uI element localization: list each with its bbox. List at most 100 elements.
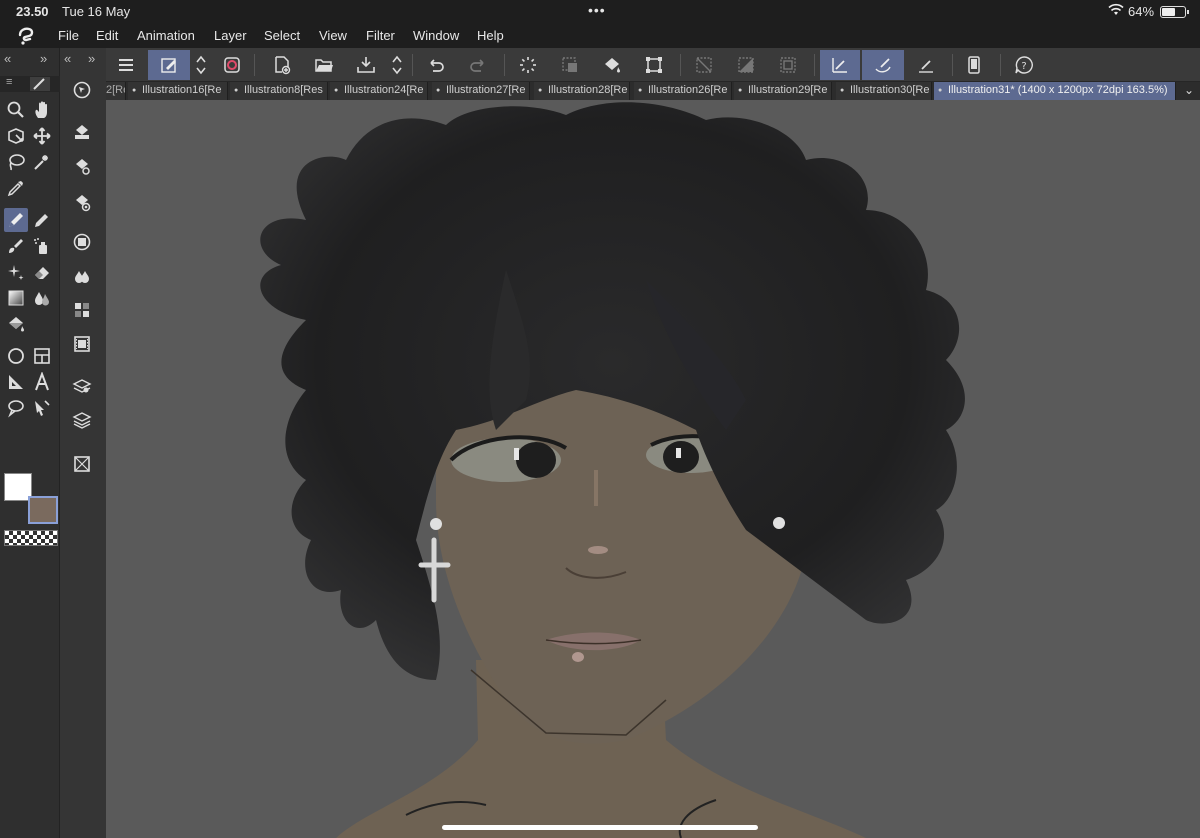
tab-illustration29[interactable]: Illustration29[Re: [734, 82, 832, 100]
separator: [412, 54, 413, 76]
save-options-icon[interactable]: [390, 53, 404, 77]
separator: [254, 54, 255, 76]
expand-selection-icon[interactable]: [772, 50, 804, 80]
document-tabs: 2[Re Illustration16[Re Illustration8[Res…: [106, 82, 1200, 100]
tab-illustration28[interactable]: Illustration28[Re: [534, 82, 630, 100]
collapse-left-icon[interactable]: «: [4, 51, 11, 66]
tab-illustration31[interactable]: Illustration31* (1400 x 1200px 72dpi 163…: [934, 82, 1176, 100]
tab-illustration8[interactable]: Illustration8[Res: [230, 82, 328, 100]
help-icon[interactable]: ?: [1008, 50, 1040, 80]
collapse-right-icon[interactable]: »: [88, 51, 95, 66]
invert-selection-icon[interactable]: [730, 50, 762, 80]
collapse-right-icon[interactable]: »: [40, 51, 47, 66]
subtool-header: ≡: [0, 76, 60, 92]
panel-menu-icon[interactable]: ≡: [6, 76, 12, 88]
undo-icon[interactable]: [420, 50, 452, 80]
animation-timeline-icon[interactable]: [70, 332, 94, 356]
menu-window[interactable]: Window: [413, 28, 459, 43]
svg-text:?: ?: [1021, 61, 1026, 72]
pencil-icon[interactable]: [30, 208, 54, 232]
color-wheel-icon[interactable]: [70, 230, 94, 254]
hand-icon[interactable]: [30, 98, 54, 122]
home-indicator[interactable]: [442, 825, 758, 830]
figure-icon[interactable]: [4, 344, 28, 368]
snap-to-ruler-icon[interactable]: [820, 50, 860, 80]
blend-icon[interactable]: [30, 286, 54, 310]
redo-icon[interactable]: [462, 50, 494, 80]
palette-bar: « »: [60, 48, 106, 838]
pen-icon[interactable]: [4, 208, 28, 232]
autosave-icon[interactable]: [512, 50, 544, 80]
sub-color-swatch[interactable]: [28, 496, 58, 524]
deselect-icon[interactable]: [688, 50, 720, 80]
drawing-canvas[interactable]: [106, 100, 1200, 838]
snap-to-grid-icon[interactable]: [910, 50, 942, 80]
text-icon[interactable]: [30, 370, 54, 394]
tab-illustration26[interactable]: Illustration26[Re: [634, 82, 732, 100]
eraser-icon[interactable]: [30, 260, 54, 284]
open-folder-icon[interactable]: [308, 50, 340, 80]
collapse-left-icon[interactable]: «: [64, 51, 71, 66]
fill-selection-icon[interactable]: [596, 50, 628, 80]
material-icon[interactable]: [70, 452, 94, 476]
clear-icon[interactable]: [554, 50, 586, 80]
separator: [1000, 54, 1001, 76]
eyedropper-icon[interactable]: [4, 176, 28, 200]
transform-icon[interactable]: [4, 124, 28, 148]
smartphone-icon[interactable]: [958, 50, 990, 80]
ruler-icon[interactable]: [4, 370, 28, 394]
snap-to-special-ruler-icon[interactable]: [862, 50, 904, 80]
clip-studio-icon[interactable]: [16, 26, 36, 46]
menu-view[interactable]: View: [319, 28, 347, 43]
gradient-icon[interactable]: [4, 286, 28, 310]
separator: [952, 54, 953, 76]
status-date: Tue 16 May: [62, 4, 131, 19]
menu-help[interactable]: Help: [477, 28, 504, 43]
save-icon[interactable]: [350, 50, 382, 80]
layers-icon[interactable]: [70, 408, 94, 432]
subtool-icon[interactable]: [70, 120, 94, 144]
color-set-icon[interactable]: [70, 298, 94, 322]
tab-illustration16[interactable]: Illustration16[Re: [128, 82, 228, 100]
mode-switch-icon[interactable]: [194, 53, 208, 77]
menu-layer[interactable]: Layer: [214, 28, 247, 43]
frame-icon[interactable]: [30, 344, 54, 368]
navigator-icon[interactable]: [70, 78, 94, 102]
separator: [680, 54, 681, 76]
tool-property-icon[interactable]: [70, 154, 94, 178]
tab-illustration24[interactable]: Illustration24[Re: [330, 82, 428, 100]
fill-icon[interactable]: [4, 312, 28, 336]
correction-icon[interactable]: [30, 396, 54, 420]
pen-tab-icon[interactable]: [30, 77, 50, 91]
command-bar: ?: [106, 48, 1200, 82]
lasso-icon[interactable]: [4, 150, 28, 174]
menu-select[interactable]: Select: [264, 28, 300, 43]
transparent-color-swatch[interactable]: [4, 530, 58, 546]
brush-size-icon[interactable]: [70, 190, 94, 214]
menu-filter[interactable]: Filter: [366, 28, 395, 43]
transform-selection-icon[interactable]: [638, 50, 670, 80]
tab-illustration30[interactable]: Illustration30[Re: [836, 82, 932, 100]
chevron-down-icon[interactable]: ⌄: [1178, 82, 1200, 100]
layer-property-icon[interactable]: [70, 374, 94, 398]
move-icon[interactable]: [30, 124, 54, 148]
illustration-artwork: [260, 102, 965, 838]
menu-edit[interactable]: Edit: [96, 28, 118, 43]
hamburger-menu-icon[interactable]: [110, 50, 142, 80]
magic-wand-icon[interactable]: [30, 150, 54, 174]
decoration-icon[interactable]: [4, 260, 28, 284]
menu-animation[interactable]: Animation: [137, 28, 195, 43]
airbrush-icon[interactable]: [30, 234, 54, 258]
balloon-icon[interactable]: [4, 396, 28, 420]
tab-partial[interactable]: 2[Re: [106, 82, 126, 100]
zoom-icon[interactable]: [4, 98, 28, 122]
tab-illustration27[interactable]: Illustration27[Re: [432, 82, 530, 100]
multitasking-dots-icon[interactable]: •••: [588, 2, 606, 18]
color-mixing-icon[interactable]: [70, 264, 94, 288]
brush-icon[interactable]: [4, 234, 28, 258]
companion-mode-icon[interactable]: [216, 50, 248, 80]
new-file-icon[interactable]: [266, 50, 298, 80]
edit-mode-icon[interactable]: [148, 50, 190, 80]
battery-icon: [1160, 6, 1189, 18]
menu-file[interactable]: File: [58, 28, 79, 43]
